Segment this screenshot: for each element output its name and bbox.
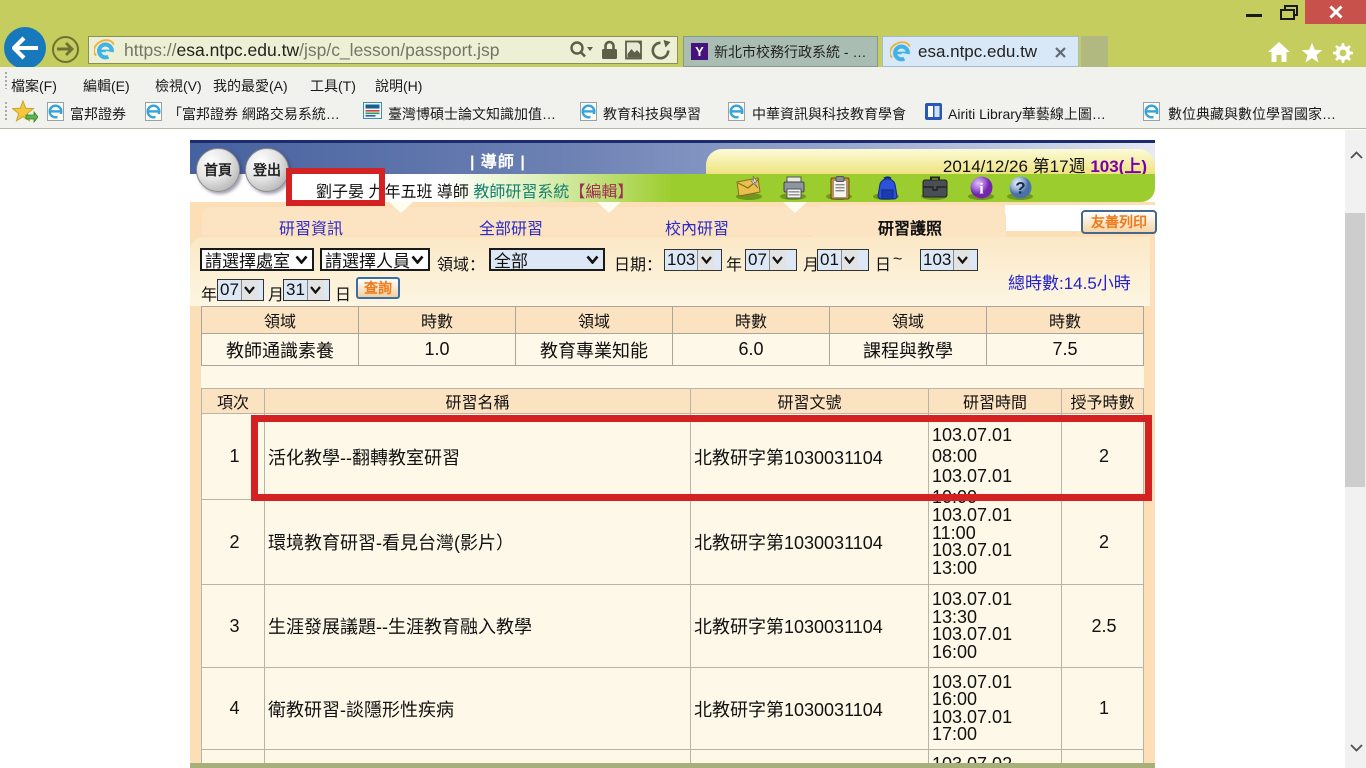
svg-text:i: i — [979, 181, 984, 198]
svg-text:?: ? — [1015, 179, 1025, 198]
